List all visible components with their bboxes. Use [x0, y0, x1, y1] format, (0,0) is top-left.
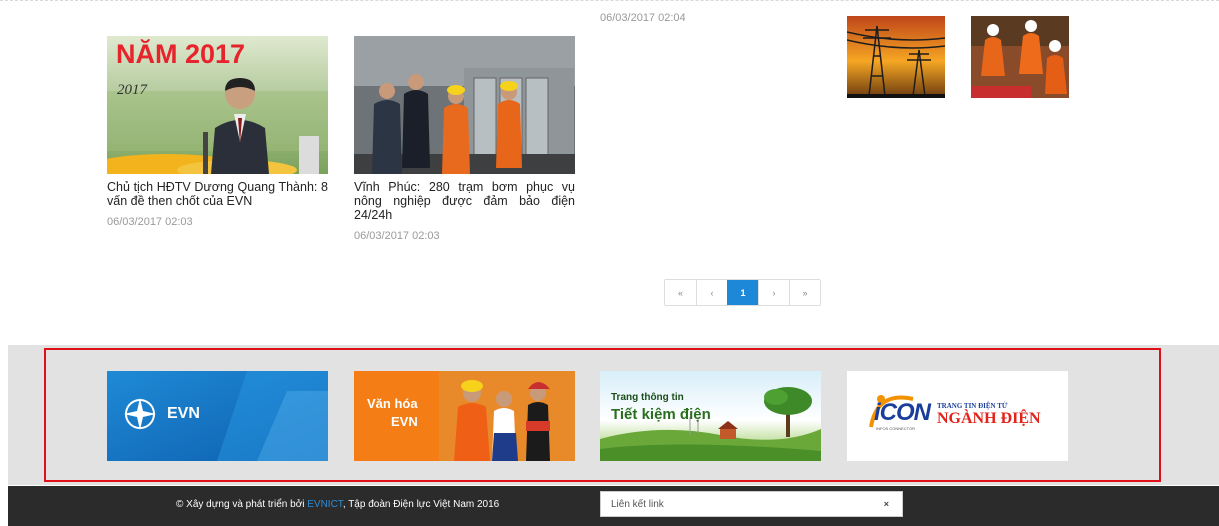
top-divider [0, 0, 1219, 2]
tiet-kiem-line2: Tiết kiệm điện [611, 406, 711, 423]
image-heading-text: NĂM 2017 [116, 39, 246, 69]
copyright-prefix: © Xây dựng và phát triển bởi [176, 499, 308, 510]
van-hoa-line1: Văn hóa [367, 396, 418, 411]
news-title-link[interactable]: Vĩnh Phúc: 280 trạm bơm phục vụ nông ngh… [354, 180, 575, 222]
news-card[interactable]: Vĩnh Phúc: 280 trạm bơm phục vụ nông ngh… [354, 36, 575, 242]
pagination: « ‹ 1 › » [664, 279, 821, 306]
van-hoa-evn-banner[interactable]: Văn hóa EVN [354, 371, 575, 461]
link-select-placeholder: Liên kết link [611, 498, 664, 510]
pagination-next-button[interactable]: › [758, 280, 789, 305]
copyright-suffix: , Tập đoàn Điện lực Việt Nam 2016 [342, 499, 500, 510]
news-date: 06/03/2017 02:03 [354, 230, 440, 242]
news-title-link[interactable]: Chủ tịch HĐTV Dương Quang Thành: 8 vấn đ… [107, 180, 328, 208]
evnict-link[interactable]: EVNICT [307, 499, 343, 510]
icon-banner-small-title: TRANG TIN ĐIỆN TỬ [937, 402, 1008, 410]
news-card[interactable]: NĂM 2017 2017 Chủ tịch HĐTV Dương Quang … [107, 36, 328, 228]
news-date: 06/03/2017 02:04 [600, 12, 686, 24]
select-clear-icon[interactable]: × [884, 499, 889, 509]
icon-nganh-dien-banner[interactable]: iCON INFOS CONNECTOR TRANG TIN ĐIỆN TỬ N… [847, 371, 1068, 461]
tiet-kiem-line1: Trang thông tin [611, 392, 684, 403]
news-date: 06/03/2017 02:03 [107, 216, 193, 228]
icon-logo-tagline: INFOS CONNECTOR [876, 426, 916, 431]
icon-banner-big-title: NGÀNH ĐIỆN [937, 410, 1041, 427]
news-image[interactable]: NĂM 2017 2017 [107, 36, 328, 174]
van-hoa-line2: EVN [391, 414, 418, 429]
image-subheading-text: 2017 [117, 82, 147, 98]
pagination-prev-button[interactable]: ‹ [696, 280, 727, 305]
power-tower-thumbnail[interactable] [847, 16, 945, 98]
pagination-page-button[interactable]: 1 [727, 280, 758, 305]
icon-logo-text: iCON [874, 399, 931, 426]
workers-thumbnail[interactable] [971, 16, 1069, 98]
footer-copyright: © Xây dựng và phát triển bởi EVNICT, Tập… [176, 499, 499, 510]
tiet-kiem-dien-banner[interactable]: Trang thông tin Tiết kiệm điện [600, 371, 821, 461]
news-image[interactable] [354, 36, 575, 174]
evn-banner[interactable]: EVN [107, 371, 328, 461]
pagination-last-button[interactable]: » [789, 280, 820, 305]
link-select[interactable]: Liên kết link × [600, 491, 903, 517]
pagination-first-button[interactable]: « [665, 280, 696, 305]
evn-banner-text: EVN [167, 405, 200, 422]
